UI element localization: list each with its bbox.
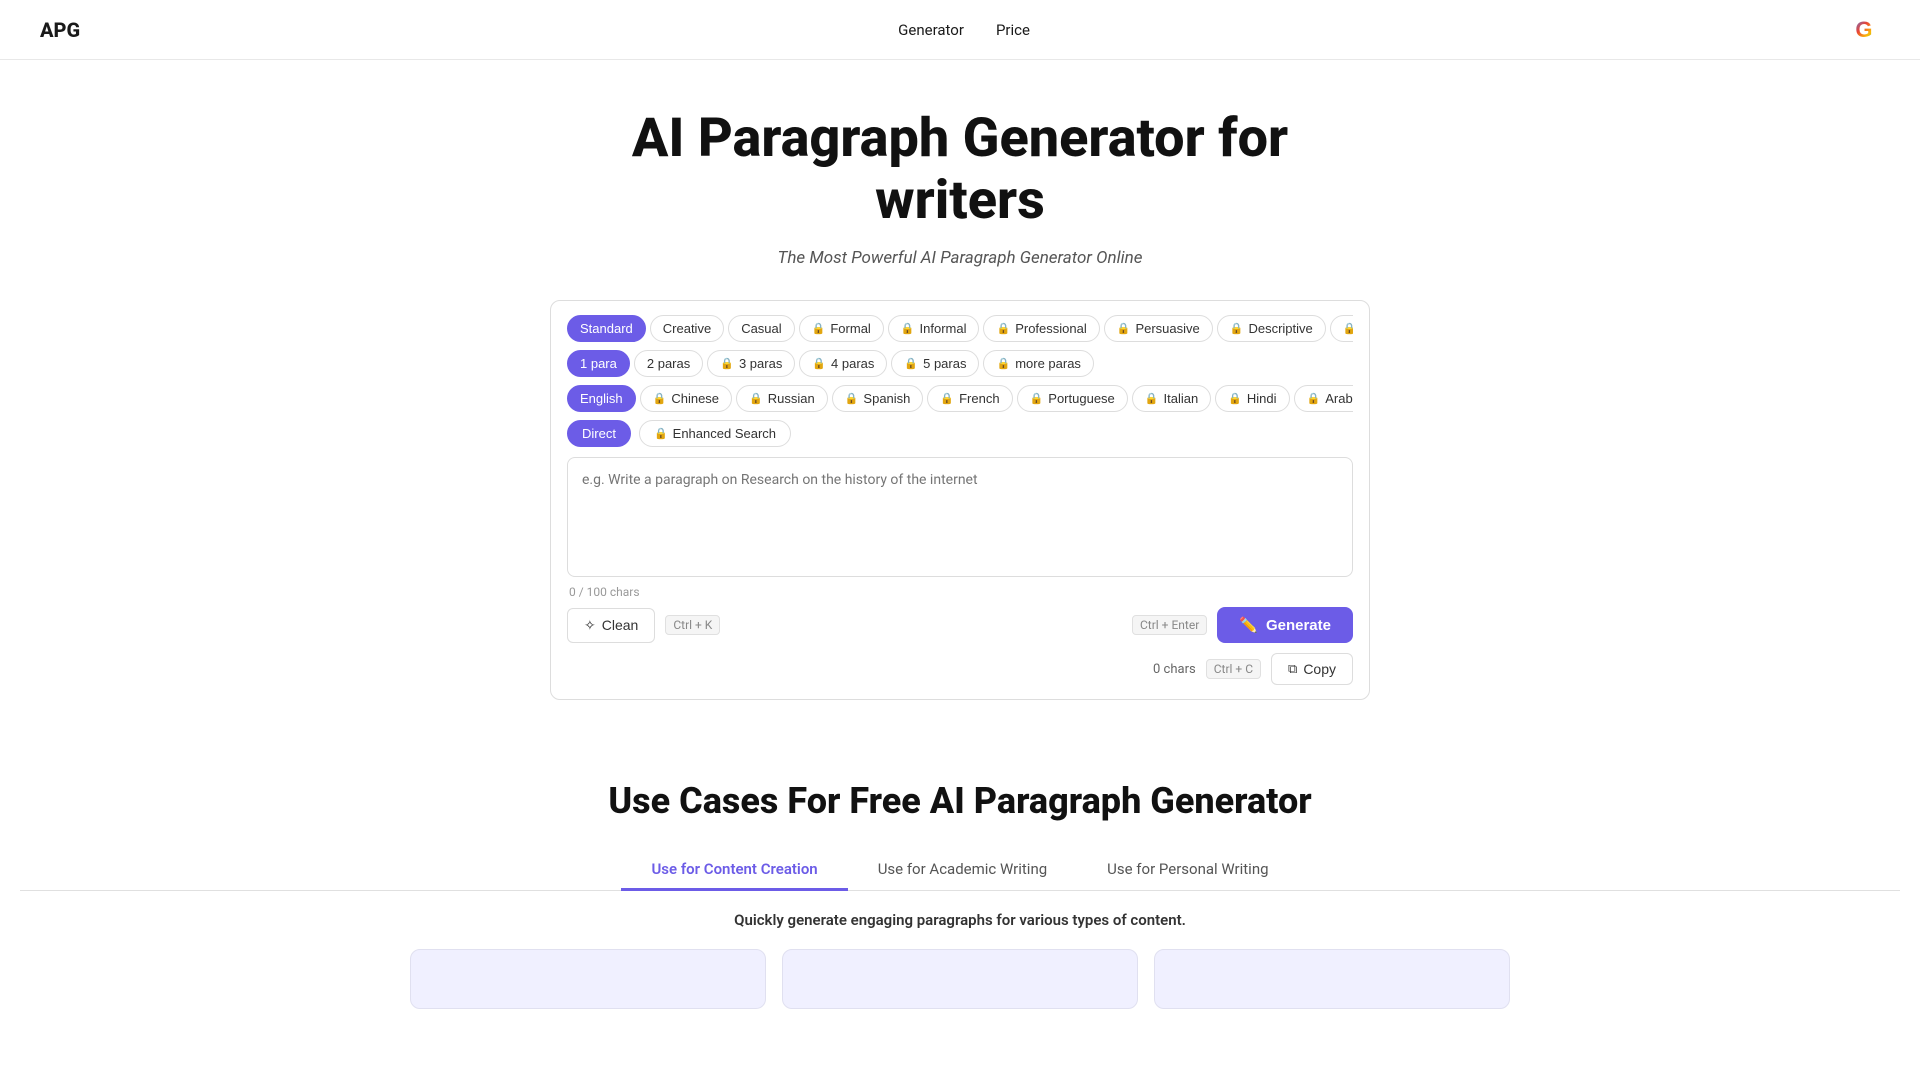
- lang-btn-french[interactable]: 🔒 French: [927, 385, 1012, 412]
- lang-btn-italian[interactable]: 🔒 Italian: [1132, 385, 1211, 412]
- mode-tabs-row: Direct 🔒 Enhanced Search: [567, 420, 1353, 447]
- para-btn-1[interactable]: 1 para: [567, 350, 630, 377]
- nav-generator[interactable]: Generator: [898, 21, 964, 39]
- para-btn-more[interactable]: 🔒 more paras: [983, 350, 1093, 377]
- mode-btn-enhanced[interactable]: 🔒 Enhanced Search: [639, 420, 791, 447]
- para-btn-5[interactable]: 🔒 5 paras: [891, 350, 979, 377]
- generator-widget: Standard Creative Casual 🔒 Formal 🔒 Info…: [550, 300, 1370, 700]
- use-card-1: [410, 949, 766, 1009]
- use-tab-content[interactable]: Use for Content Creation: [621, 850, 847, 891]
- lang-btn-chinese[interactable]: 🔒 Chinese: [640, 385, 732, 412]
- use-case-cards: [410, 949, 1510, 1009]
- navbar: APG Generator Price G: [0, 0, 1920, 60]
- hero-subtitle: The Most Powerful AI Paragraph Generator…: [20, 248, 1900, 268]
- style-tab-descriptive[interactable]: 🔒 Descriptive: [1217, 315, 1326, 342]
- nav-price[interactable]: Price: [996, 21, 1030, 39]
- style-tab-standard[interactable]: Standard: [567, 315, 646, 342]
- para-tabs-row: 1 para 2 paras 🔒 3 paras 🔒 4 paras 🔒 5 p…: [567, 350, 1353, 377]
- lang-btn-hindi[interactable]: 🔒 Hindi: [1215, 385, 1289, 412]
- generate-icon: ✏️: [1239, 616, 1258, 634]
- style-tab-professional[interactable]: 🔒 Professional: [983, 315, 1099, 342]
- style-tab-persuasive[interactable]: 🔒 Persuasive: [1104, 315, 1213, 342]
- generate-shortcut: Ctrl + Enter: [1132, 615, 1207, 635]
- char-count: 0 / 100 chars: [567, 585, 1353, 599]
- style-tabs-row: Standard Creative Casual 🔒 Formal 🔒 Info…: [567, 315, 1353, 342]
- copy-button[interactable]: ⧉ Copy: [1271, 653, 1353, 685]
- use-case-tabs: Use for Content Creation Use for Academi…: [20, 850, 1900, 891]
- style-tab-formal[interactable]: 🔒 Formal: [799, 315, 884, 342]
- para-btn-3[interactable]: 🔒 3 paras: [707, 350, 795, 377]
- clean-shortcut: Ctrl + K: [665, 615, 720, 635]
- prompt-input[interactable]: [567, 457, 1353, 577]
- lang-btn-english[interactable]: English: [567, 385, 636, 412]
- lang-tabs-row: English 🔒 Chinese 🔒 Russian 🔒 Spanish 🔒 …: [567, 385, 1353, 412]
- output-row: 0 chars Ctrl + C ⧉ Copy: [567, 653, 1353, 685]
- action-row: ✧ Clean Ctrl + K Ctrl + Enter ✏️ Generat…: [567, 607, 1353, 643]
- use-case-description: Quickly generate engaging paragraphs for…: [20, 911, 1900, 929]
- widget-container: Standard Creative Casual 🔒 Formal 🔒 Info…: [530, 300, 1390, 700]
- textarea-wrapper: 0 / 100 chars: [567, 457, 1353, 599]
- use-tab-personal[interactable]: Use for Personal Writing: [1077, 850, 1298, 891]
- generate-button[interactable]: ✏️ Generate: [1217, 607, 1353, 643]
- lang-btn-spanish[interactable]: 🔒 Spanish: [832, 385, 924, 412]
- use-cases-section: Use Cases For Free AI Paragraph Generato…: [0, 760, 1920, 1049]
- style-tab-casual[interactable]: Casual: [728, 315, 794, 342]
- style-tab-creative[interactable]: Creative: [650, 315, 724, 342]
- mode-btn-direct[interactable]: Direct: [567, 420, 631, 447]
- google-icon[interactable]: G: [1848, 14, 1880, 46]
- output-char-count: 0 chars: [1153, 662, 1196, 677]
- hero-section: AI Paragraph Generator for writers The M…: [0, 60, 1920, 300]
- use-cases-title: Use Cases For Free AI Paragraph Generato…: [20, 780, 1900, 822]
- style-tab-informal[interactable]: 🔒 Informal: [888, 315, 980, 342]
- lang-btn-arabic[interactable]: 🔒 Arabic: [1294, 385, 1353, 412]
- nav-links: Generator Price: [898, 21, 1030, 39]
- use-card-3: [1154, 949, 1510, 1009]
- copy-icon: ⧉: [1288, 661, 1297, 677]
- lang-btn-russian[interactable]: 🔒 Russian: [736, 385, 828, 412]
- lang-btn-portuguese[interactable]: 🔒 Portuguese: [1017, 385, 1128, 412]
- para-btn-2[interactable]: 2 paras: [634, 350, 703, 377]
- hero-title: AI Paragraph Generator for writers: [570, 108, 1350, 232]
- style-tab-narrative[interactable]: 🔒 Narrative: [1330, 315, 1353, 342]
- use-tab-academic[interactable]: Use for Academic Writing: [848, 850, 1077, 891]
- copy-shortcut: Ctrl + C: [1206, 659, 1261, 679]
- use-card-2: [782, 949, 1138, 1009]
- app-logo[interactable]: APG: [40, 18, 80, 42]
- clean-button[interactable]: ✧ Clean: [567, 608, 655, 643]
- clean-icon: ✧: [584, 617, 596, 634]
- para-btn-4[interactable]: 🔒 4 paras: [799, 350, 887, 377]
